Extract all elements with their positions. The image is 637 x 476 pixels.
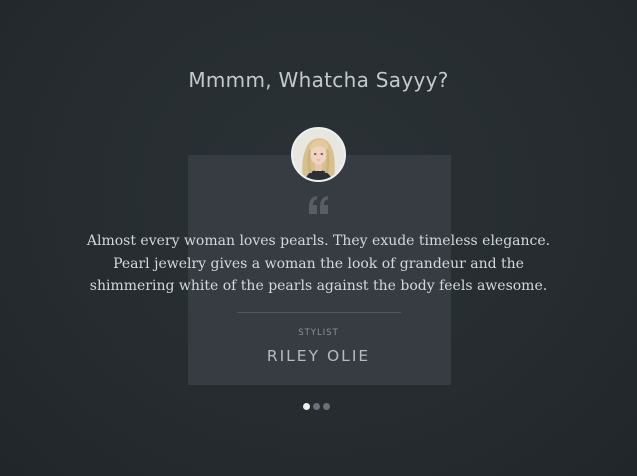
- carousel-pagination: [303, 403, 330, 411]
- quote-line: shimmering white of the pearls against t…: [89, 278, 548, 294]
- carousel-dot-3[interactable]: [323, 403, 330, 410]
- quote-line: Almost every woman loves pearls. They ex…: [86, 233, 551, 249]
- author-role: STYLIST: [298, 328, 339, 338]
- quote-left-icon: [309, 196, 328, 214]
- avatar-photo: [293, 129, 344, 180]
- section-title: Mmmm, Whatcha Sayyy?: [188, 68, 449, 92]
- avatar: [291, 127, 346, 182]
- divider: [237, 312, 401, 313]
- carousel-dot-1[interactable]: [303, 403, 310, 410]
- carousel-dot-2[interactable]: [313, 403, 320, 410]
- author-name: RILEY OLIE: [266, 347, 371, 365]
- testimonial-quote: Almost every woman loves pearls. They ex…: [60, 230, 577, 298]
- quote-line: Pearl jewelry gives a woman the look of …: [113, 255, 524, 272]
